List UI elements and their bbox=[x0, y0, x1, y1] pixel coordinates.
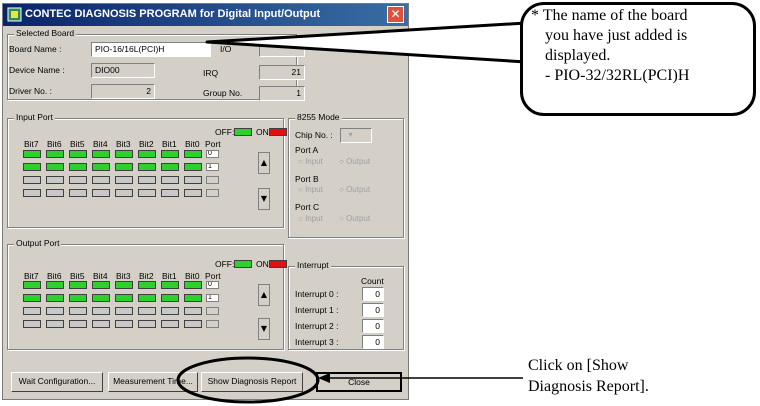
instruction-note: Click on [Show Diagnosis Report]. bbox=[528, 355, 649, 397]
callout-line-3: displayed. bbox=[545, 47, 611, 64]
callout-pointer bbox=[205, 21, 528, 64]
callout-line-1: * The name of the board bbox=[531, 7, 688, 24]
highlight-ellipse bbox=[176, 356, 320, 404]
callout-text: * The name of the board you have just ad… bbox=[531, 6, 756, 86]
note-line-1: Click on [Show bbox=[528, 357, 629, 374]
callout-line-4: - PIO-32/32RL(PCI)H bbox=[545, 67, 690, 84]
note-line-2: Diagnosis Report]. bbox=[528, 378, 649, 395]
callout-line-2: you have just added is bbox=[545, 27, 688, 44]
pointer-arrow-head bbox=[318, 373, 330, 383]
